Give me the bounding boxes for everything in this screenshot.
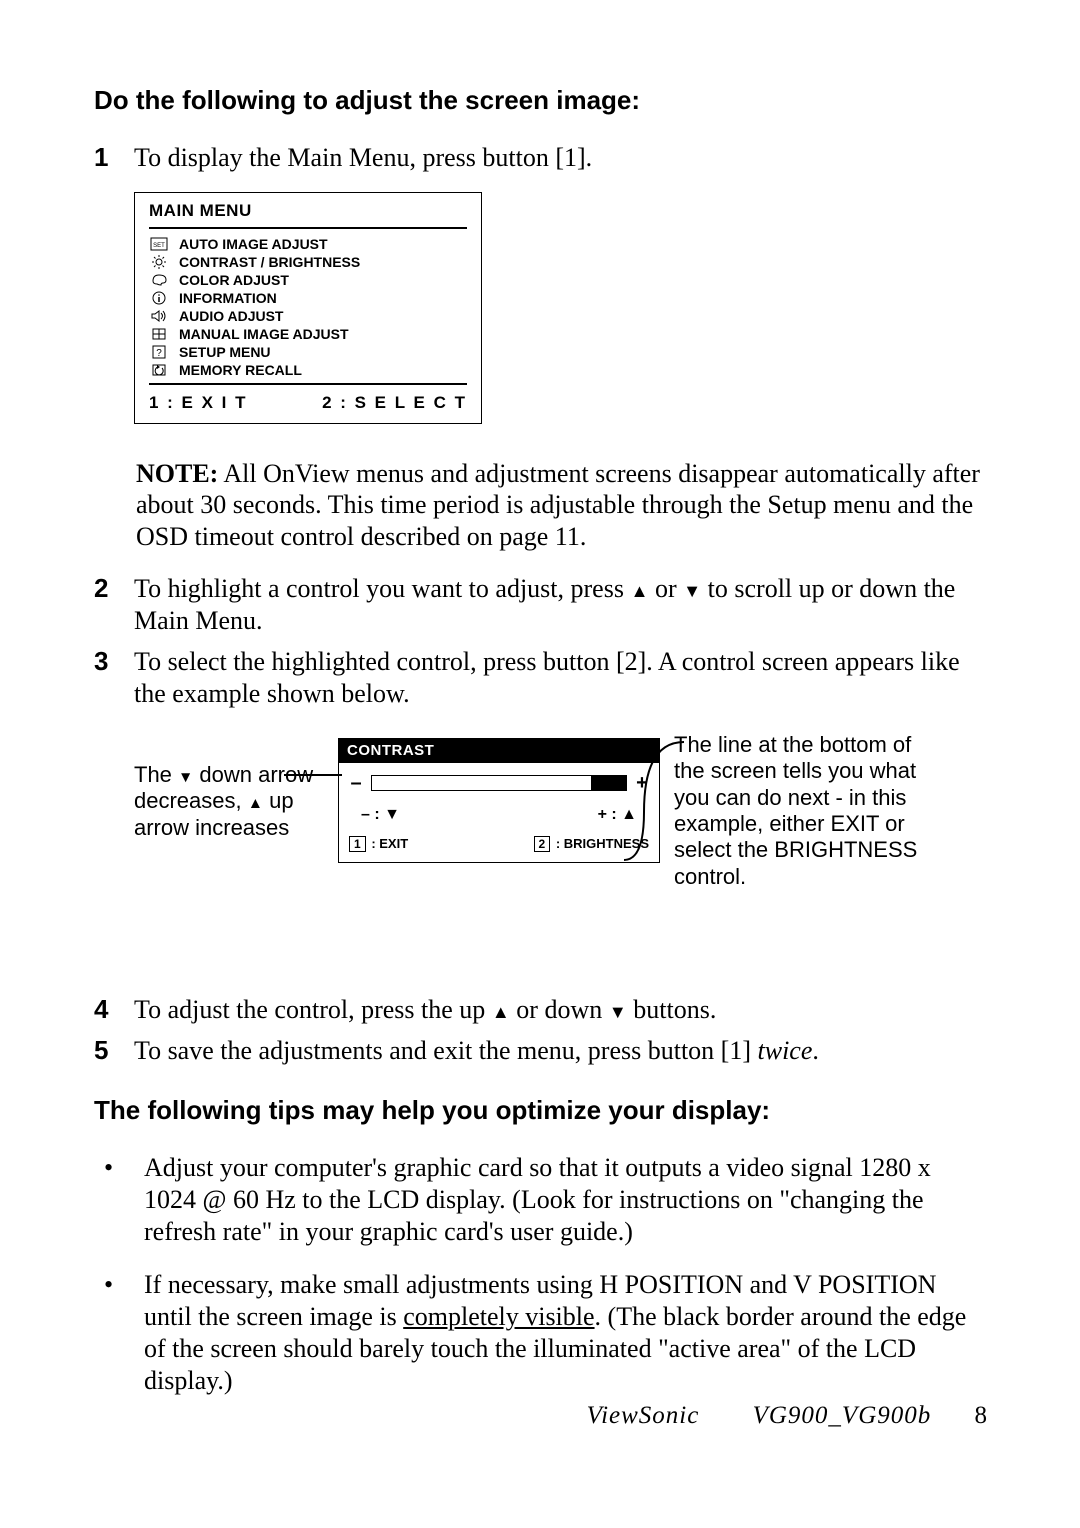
slider-fill (591, 775, 627, 791)
down-arrow-icon (609, 995, 627, 1024)
step-1-text: To display the Main Menu, press button [… (134, 142, 988, 174)
menu-label: SETUP MENU (179, 344, 271, 360)
menu-rule-bottom (149, 383, 467, 385)
menu-label: AUDIO ADJUST (179, 308, 284, 324)
footer-page-number: 8 (975, 1402, 989, 1429)
bullet-icon: • (94, 1152, 144, 1247)
note-block: NOTE: All OnView menus and adjustment sc… (136, 458, 988, 553)
menu-item-manual: MANUAL IMAGE ADJUST (149, 325, 467, 343)
step-5-twice: twice (758, 1036, 813, 1065)
up-arrow-icon (492, 995, 510, 1024)
step-number: 1 (94, 142, 134, 174)
note-label: NOTE: (136, 459, 218, 488)
menu-item-recall: MEMORY RECALL (149, 361, 467, 379)
step-5-text-c: . (812, 1036, 819, 1065)
svg-text:SET: SET (153, 243, 165, 249)
contrast-diagram: The down arrow decreases, up arrow incre… (134, 738, 988, 948)
auto-set-icon: SET (149, 236, 169, 252)
menu-label: COLOR ADJUST (179, 272, 289, 288)
down-arrow-icon (178, 762, 193, 787)
step-5-text-a: To save the adjustments and exit the men… (134, 1036, 758, 1065)
heading-adjust: Do the following to adjust the screen im… (94, 85, 988, 116)
recall-icon (149, 362, 169, 378)
step-number: 2 (94, 573, 134, 636)
menu-item-audio: AUDIO ADJUST (149, 307, 467, 325)
menu-footer-exit: 1 : E X I T (149, 393, 248, 413)
step-number: 3 (94, 646, 134, 709)
footer-brand: ViewSonic (587, 1402, 700, 1429)
menu-label: AUTO IMAGE ADJUST (179, 236, 328, 252)
main-menu-title: MAIN MENU (135, 193, 481, 225)
step-number: 5 (94, 1035, 134, 1067)
contrast-title: CONTRAST (339, 739, 659, 763)
up-arrow-icon (630, 574, 648, 603)
speaker-icon (149, 308, 169, 324)
position-icon (149, 326, 169, 342)
svg-text:?: ? (156, 348, 162, 359)
step-3: 3 To select the highlighted control, pre… (94, 646, 988, 709)
menu-label: INFORMATION (179, 290, 277, 306)
menu-item-contrast: CONTRAST / BRIGHTNESS (149, 253, 467, 271)
step-2-text-b: or (648, 574, 683, 603)
step-2: 2 To highlight a control you want to adj… (94, 573, 988, 636)
menu-item-color: COLOR ADJUST (149, 271, 467, 289)
step-4-text-a: To adjust the control, press the up (134, 995, 492, 1024)
page-footer: ViewSonic VG900_VG900b 8 (587, 1402, 988, 1430)
minus-label: – (349, 771, 363, 795)
tip-1: • Adjust your computer's graphic card so… (94, 1152, 988, 1247)
palette-icon (149, 272, 169, 288)
footer-exit: 1 : EXIT (349, 836, 408, 852)
question-icon: ? (149, 344, 169, 360)
diagram-right-caption: The line at the bottom of the screen tel… (674, 732, 924, 890)
menu-label: CONTRAST / BRIGHTNESS (179, 254, 360, 270)
bullet-icon: • (94, 1269, 144, 1396)
menu-item-auto-image: SET AUTO IMAGE ADJUST (149, 235, 467, 253)
menu-label: MEMORY RECALL (179, 362, 302, 378)
main-menu-osd: MAIN MENU SET AUTO IMAGE ADJUST CONTRAST… (134, 192, 482, 424)
step-4-text-c: buttons. (627, 995, 717, 1024)
brightness-icon (149, 254, 169, 270)
menu-item-setup: ? SETUP MENU (149, 343, 467, 361)
up-arrow-icon (248, 788, 263, 813)
step-4-text-b: or down (510, 995, 609, 1024)
step-1: 1 To display the Main Menu, press button… (94, 142, 988, 174)
step-3-text: To select the highlighted control, press… (134, 646, 988, 709)
menu-item-info: INFORMATION (149, 289, 467, 307)
contrast-osd: CONTRAST – + – : ▼ + : ▲ 1 : EXIT 2 : BR… (338, 738, 660, 864)
info-icon (149, 290, 169, 306)
note-text: All OnView menus and adjustment screens … (136, 459, 980, 551)
menu-label: MANUAL IMAGE ADJUST (179, 326, 349, 342)
slider-track (371, 775, 627, 791)
step-5: 5 To save the adjustments and exit the m… (94, 1035, 988, 1067)
decrease-hint: – : ▼ (361, 805, 400, 824)
step-2-text-a: To highlight a control you want to adjus… (134, 574, 630, 603)
menu-footer-select: 2 : S E L E C T (322, 393, 467, 413)
step-number: 4 (94, 994, 134, 1026)
menu-rule-top (149, 227, 467, 229)
step-4: 4 To adjust the control, press the up or… (94, 994, 988, 1026)
connector-right (624, 732, 694, 872)
tip-2-underline: completely visible (403, 1302, 594, 1331)
footer-model: VG900_VG900b (753, 1402, 932, 1429)
tip-2: • If necessary, make small adjustments u… (94, 1269, 988, 1396)
down-arrow-icon (683, 574, 701, 603)
tip-1-text: Adjust your computer's graphic card so t… (144, 1152, 988, 1247)
heading-tips: The following tips may help you optimize… (94, 1095, 988, 1126)
connector-left (284, 774, 342, 776)
